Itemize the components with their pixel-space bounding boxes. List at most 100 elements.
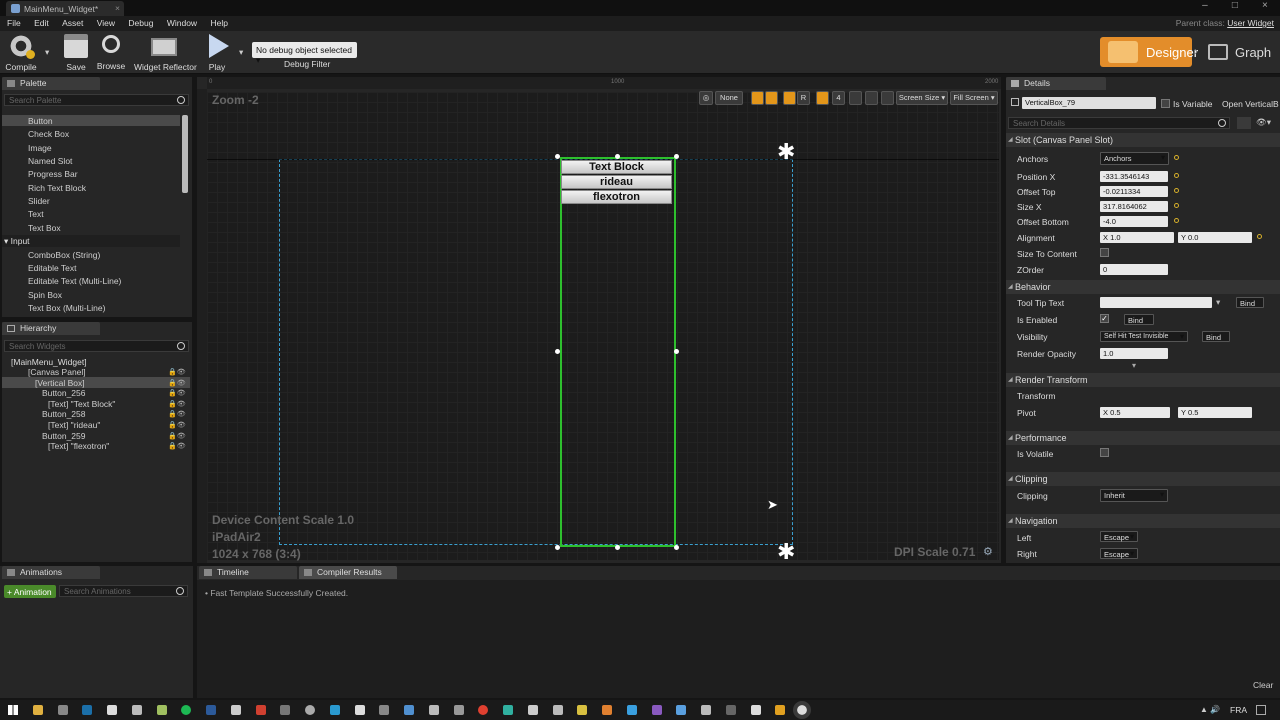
visibility-dropdown[interactable]: Self Hit Test Invisible <box>1100 331 1188 342</box>
minimize-icon[interactable]: – <box>1202 0 1208 16</box>
details-tab[interactable]: Details <box>1006 77 1106 90</box>
graph-mode-button[interactable]: Graph <box>1206 37 1276 67</box>
taskbar-app-icon[interactable] <box>751 705 761 715</box>
is-volatile-checkbox[interactable] <box>1100 448 1109 457</box>
nav-right-dropdown[interactable]: Escape <box>1100 548 1138 559</box>
nav-left-dropdown[interactable]: Escape <box>1100 531 1138 542</box>
taskbar-app-icon[interactable] <box>701 705 711 715</box>
palette-item-text-box[interactable]: Text Box <box>28 223 61 233</box>
taskbar-app-icon[interactable] <box>676 705 686 715</box>
tray-icons[interactable]: ▲ 🔊 <box>1200 705 1220 714</box>
section-clipping[interactable]: Clipping <box>1006 472 1280 486</box>
play-options-icon[interactable]: ▾ <box>239 47 243 58</box>
widget-button-rideau[interactable]: rideau <box>561 175 672 189</box>
offset-bottom-input[interactable]: -4.0 <box>1100 216 1168 227</box>
photoshop-icon[interactable] <box>206 705 216 715</box>
tooltip-input[interactable] <box>1100 297 1212 308</box>
none-button[interactable]: None <box>715 91 743 105</box>
is-enabled-bind-button[interactable]: Bind <box>1124 314 1154 325</box>
hierarchy-root[interactable]: [MainMenu_Widget] <box>11 357 87 367</box>
palette-item-text[interactable]: Text <box>28 209 44 219</box>
menu-debug[interactable]: Debug <box>128 16 153 31</box>
menu-view[interactable]: View <box>97 16 115 31</box>
taskbar-app-icon[interactable] <box>503 705 513 715</box>
menu-help[interactable]: Help <box>210 16 227 31</box>
compile-button[interactable]: Compile <box>5 34 37 72</box>
palette-section-input[interactable]: ▾ Input <box>4 236 30 247</box>
taskbar-app-icon[interactable] <box>454 705 464 715</box>
palette-item-editable-text[interactable]: Editable Text <box>28 263 77 273</box>
palette-search-input[interactable]: Search Palette <box>4 94 189 106</box>
taskbar-app-icon[interactable] <box>330 705 340 715</box>
maximize-icon[interactable]: □ <box>1232 0 1238 16</box>
hierarchy-text-rideau[interactable]: [Text] "rideau" <box>48 420 100 430</box>
anchor-top-right-icon[interactable]: ✱ <box>777 141 795 163</box>
taskbar-app-icon[interactable] <box>627 705 637 715</box>
taskbar-app-icon[interactable] <box>404 705 414 715</box>
debug-object-dropdown[interactable]: No debug object selected ▾ <box>252 42 357 65</box>
animation-search-input[interactable]: Search Animations <box>59 585 188 597</box>
widget-button-flexotron[interactable]: flexotron <box>561 190 672 204</box>
resize-handle[interactable] <box>615 545 620 550</box>
widget-button-text-block[interactable]: Text Block <box>561 160 672 174</box>
hierarchy-canvas-panel[interactable]: [Canvas Panel] <box>28 367 86 377</box>
menu-edit[interactable]: Edit <box>34 16 49 31</box>
is-variable-checkbox[interactable] <box>1161 99 1170 108</box>
size-x-input[interactable]: 317.8164062 <box>1100 201 1168 212</box>
alignment-y-input[interactable]: Y 0.0 <box>1178 232 1252 243</box>
details-search-input[interactable]: Search Details <box>1008 117 1230 129</box>
taskbar-app-icon[interactable] <box>256 705 266 715</box>
layout-toggle-3-icon[interactable] <box>783 91 796 105</box>
parent-class-link[interactable]: User Widget <box>1227 18 1274 28</box>
hierarchy-tab[interactable]: Hierarchy <box>2 322 100 335</box>
taskbar-app-icon[interactable] <box>602 705 612 715</box>
hierarchy-button-258[interactable]: Button_258 <box>42 409 85 419</box>
palette-item-slider[interactable]: Slider <box>28 196 50 206</box>
menu-window[interactable]: Window <box>167 16 197 31</box>
section-performance[interactable]: Performance <box>1006 431 1280 445</box>
position-x-input[interactable]: -331.3546143 <box>1100 171 1168 182</box>
alignment-x-input[interactable]: X 1.0 <box>1100 232 1174 243</box>
hierarchy-search-input[interactable]: Search Widgets <box>4 340 189 352</box>
reset-offset-top-icon[interactable] <box>1174 188 1179 193</box>
designer-canvas[interactable]: 0 1000 2000 Zoom -2 ◎ None R 4 Screen Si… <box>197 77 1001 563</box>
clear-button[interactable]: Clear <box>1253 680 1273 690</box>
taskbar-app-icon[interactable] <box>379 705 389 715</box>
windows-start-icon[interactable] <box>8 705 18 715</box>
palette-item-spin-box[interactable]: Spin Box <box>28 290 62 300</box>
add-animation-button[interactable]: + Animation <box>4 585 56 598</box>
respect-locks-button[interactable]: R <box>797 91 810 105</box>
palette-scrollbar[interactable] <box>182 115 188 193</box>
palette-tab[interactable]: Palette <box>2 77 100 90</box>
spotify-icon[interactable] <box>181 705 191 715</box>
taskbar-app-icon[interactable] <box>429 705 439 715</box>
taskbar-app-icon[interactable] <box>231 705 241 715</box>
menu-asset[interactable]: Asset <box>62 16 83 31</box>
palette-item-named-slot[interactable]: Named Slot <box>28 156 72 166</box>
anchor-bottom-right-icon[interactable]: ✱ <box>777 541 795 563</box>
resize-handle[interactable] <box>674 545 679 550</box>
close-window-icon[interactable]: × <box>1262 0 1268 16</box>
localization-icon[interactable] <box>881 91 894 105</box>
vertical-box-selection[interactable] <box>560 157 676 547</box>
fill-screen-dropdown[interactable]: Fill Screen ▾ <box>950 91 998 105</box>
property-matrix-icon[interactable] <box>1237 117 1251 129</box>
screen-size-dropdown[interactable]: Screen Size ▾ <box>896 91 948 105</box>
reset-alignment-icon[interactable] <box>1257 234 1262 239</box>
view-options-eye-icon[interactable]: 👁▾ <box>1256 117 1271 128</box>
designer-mode-button[interactable]: Designer <box>1100 37 1198 67</box>
anchors-dropdown[interactable]: Anchors <box>1100 152 1169 165</box>
compile-options-icon[interactable]: ▾ <box>45 47 49 58</box>
taskbar-app-icon[interactable] <box>726 705 736 715</box>
reset-size-x-icon[interactable] <box>1174 203 1179 208</box>
palette-item-text-box-multiline[interactable]: Text Box (Multi-Line) <box>28 303 105 313</box>
file-explorer-icon[interactable] <box>33 705 43 715</box>
animations-tab[interactable]: Animations <box>2 566 100 579</box>
palette-item-image[interactable]: Image <box>28 143 52 153</box>
resize-handle[interactable] <box>615 154 620 159</box>
taskbar-app-icon[interactable] <box>528 705 538 715</box>
reset-anchors-icon[interactable] <box>1174 155 1179 160</box>
hierarchy-text-flexotron[interactable]: [Text] "flexotron" <box>48 441 109 451</box>
timeline-tab[interactable]: Timeline <box>199 566 297 579</box>
taskbar-app-icon[interactable] <box>305 705 315 715</box>
